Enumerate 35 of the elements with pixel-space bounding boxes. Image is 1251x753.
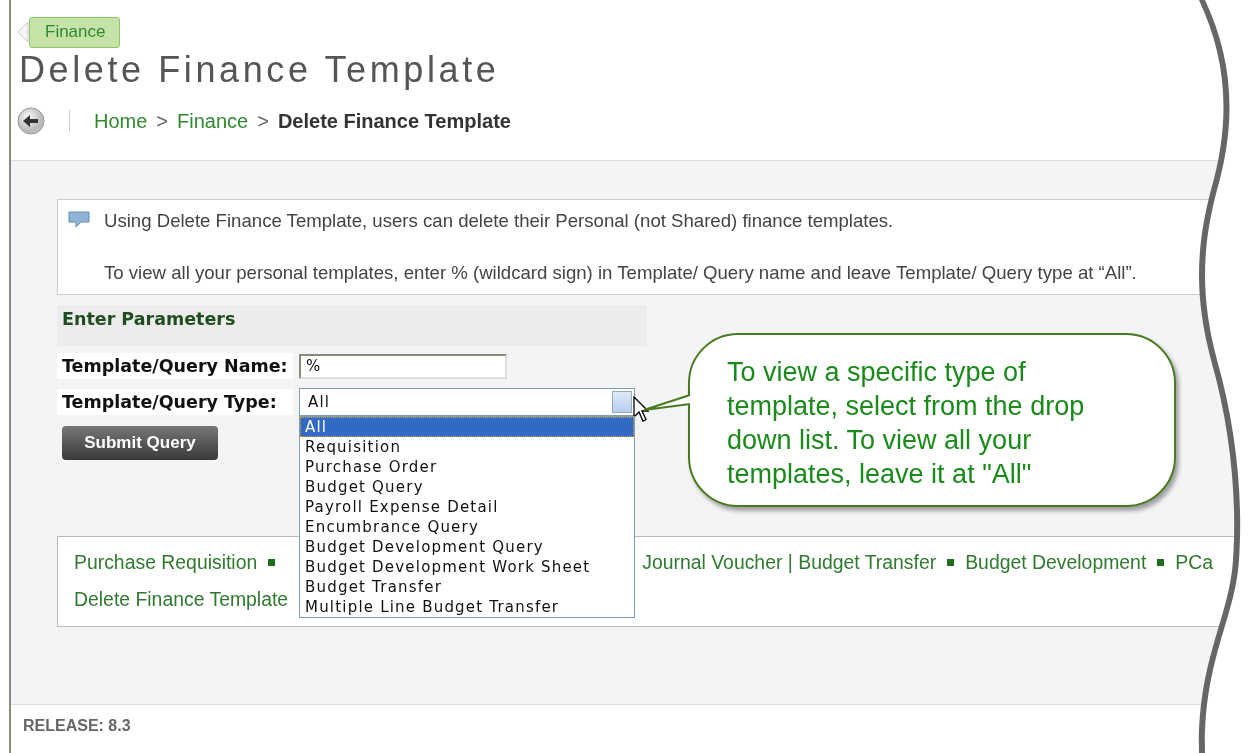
dropdown-option[interactable]: Budget Transfer [300,577,634,597]
square-bullet-icon [947,558,955,566]
speech-bubble-icon [68,211,90,229]
section-header: Enter Parameters [57,305,647,346]
dropdown-option[interactable]: All [300,417,634,437]
dropdown-option[interactable]: Budget Development Work Sheet [300,557,634,577]
type-select[interactable]: All [299,388,635,416]
breadcrumb-link[interactable]: Finance [177,109,249,133]
dropdown-option[interactable]: Budget Query [300,477,634,497]
dropdown-option[interactable]: Budget Development Query [300,537,634,557]
field-label: Template/Query Name: [57,353,293,379]
dropdown-option[interactable]: Payroll Expense Detail [300,497,634,517]
name-input-field[interactable]: % [299,353,507,379]
dropdown-option[interactable]: Multiple Line Budget Transfer [300,597,634,617]
square-bullet-icon [1157,558,1165,566]
info-text: To view all your personal templates, enter % (wildcard sign) in Template/ Query name and leave Template/ Query type at “All”. [104,262,1137,284]
square-bullet-icon [268,558,276,566]
breadcrumb-separator: > [257,109,269,133]
module-link[interactable]: PCa [1175,550,1213,574]
module-link[interactable]: Budget Development [965,550,1147,574]
dropdown-option[interactable]: Encumbrance Query [300,517,634,537]
callout-tail [642,391,692,413]
breadcrumb-separator: > [156,109,169,133]
callout-bubble: To view a specific type of template, select from the drop down list. To view all your templates, leave it at "All" [688,333,1176,507]
info-text: Using Delete Finance Template, users can delete their Personal (not Shared) finance templates. [104,210,895,232]
page-title: Delete Finance Template [19,50,501,90]
module-link[interactable]: Journal Voucher | Budget Transfer [642,550,937,574]
module-link[interactable]: Purchase Requisition [74,550,258,574]
breadcrumb-link[interactable]: Home [94,109,148,133]
field-label: Template/Query Type: [57,389,293,415]
dropdown-option[interactable]: Purchase Order [300,457,634,477]
breadcrumb-current: Delete Finance Template [277,109,511,133]
submit-query-button[interactable]: Submit Query [62,426,218,460]
module-link[interactable]: Delete Finance Template [74,587,289,611]
dropdown-option[interactable]: Requisition [300,437,634,457]
